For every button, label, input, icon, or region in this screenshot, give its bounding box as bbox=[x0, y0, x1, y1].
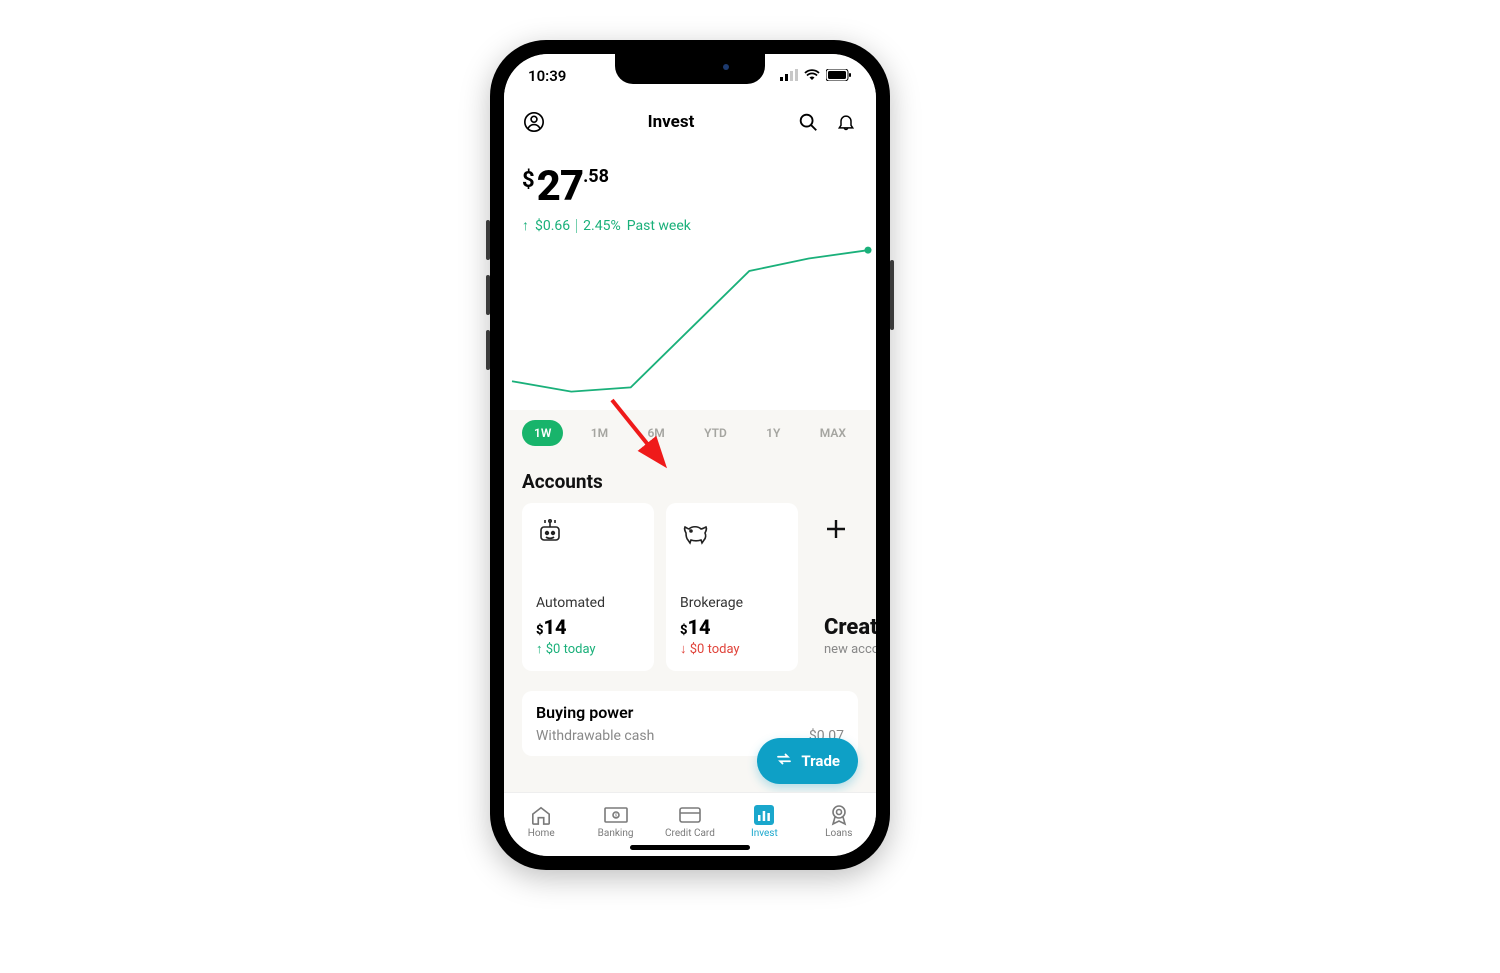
balance-cents: .58 bbox=[583, 166, 609, 187]
tab-loans[interactable]: Loans bbox=[809, 805, 869, 839]
balance-whole: 27 bbox=[537, 162, 583, 211]
account-amount: $14 bbox=[536, 615, 640, 639]
battery-icon bbox=[826, 67, 852, 85]
tab-banking[interactable]: $ Banking bbox=[586, 805, 646, 839]
range-selector: 1W 1M 6M YTD 1Y MAX bbox=[504, 410, 876, 456]
phone-frame: 10:39 Invest bbox=[490, 40, 890, 870]
card-icon bbox=[679, 805, 701, 825]
bull-icon bbox=[680, 517, 784, 545]
account-card-automated[interactable]: Automated $14 ↑ $0 today bbox=[522, 503, 654, 671]
chart-icon bbox=[754, 805, 774, 825]
status-icons bbox=[780, 67, 852, 85]
swap-icon bbox=[775, 750, 793, 772]
app-header: Invest bbox=[504, 98, 876, 146]
balance-change: ↑ $0.66 2.45% Past week bbox=[522, 217, 858, 234]
search-icon[interactable] bbox=[796, 110, 820, 134]
create-subtitle: new acco bbox=[824, 642, 876, 657]
change-period: Past week bbox=[627, 218, 691, 234]
badge-icon bbox=[829, 805, 849, 825]
robot-icon bbox=[536, 517, 640, 545]
create-account-card[interactable]: Creat new acco bbox=[810, 503, 876, 671]
plus-icon bbox=[824, 517, 876, 545]
accounts-row[interactable]: Automated $14 ↑ $0 today Brokerage $14 ↓… bbox=[504, 503, 876, 671]
up-arrow-icon: ↑ bbox=[522, 217, 529, 234]
page-title: Invest bbox=[648, 112, 695, 132]
wifi-icon bbox=[804, 67, 820, 85]
content-area: $ 27 .58 ↑ $0.66 2.45% Past week 1W 1M bbox=[504, 146, 876, 792]
change-percent: 2.45% bbox=[583, 218, 621, 234]
account-card-brokerage[interactable]: Brokerage $14 ↓ $0 today bbox=[666, 503, 798, 671]
tab-label: Loans bbox=[825, 828, 852, 839]
range-6m[interactable]: 6M bbox=[635, 420, 676, 446]
account-delta: ↑ $0 today bbox=[536, 641, 640, 657]
cellular-icon bbox=[780, 67, 798, 85]
withdrawable-label: Withdrawable cash bbox=[536, 728, 654, 744]
tab-invest[interactable]: Invest bbox=[734, 805, 794, 839]
home-indicator[interactable] bbox=[630, 845, 750, 850]
buying-power-title: Buying power bbox=[536, 703, 844, 722]
range-1w[interactable]: 1W bbox=[522, 420, 563, 446]
divider bbox=[576, 219, 577, 233]
svg-text:$: $ bbox=[614, 812, 617, 819]
status-time: 10:39 bbox=[528, 67, 566, 85]
tab-home[interactable]: Home bbox=[511, 805, 571, 839]
tab-label: Home bbox=[528, 828, 555, 839]
create-title: Creat bbox=[824, 615, 876, 640]
trade-button[interactable]: Trade bbox=[757, 738, 858, 784]
account-amount: $14 bbox=[680, 615, 784, 639]
tab-credit-card[interactable]: Credit Card bbox=[660, 805, 720, 839]
range-ytd[interactable]: YTD bbox=[692, 420, 739, 446]
tab-label: Credit Card bbox=[665, 828, 715, 839]
bell-icon[interactable] bbox=[834, 110, 858, 134]
account-name: Brokerage bbox=[680, 595, 784, 611]
tab-label: Invest bbox=[751, 828, 778, 839]
profile-icon[interactable] bbox=[522, 110, 546, 134]
range-max[interactable]: MAX bbox=[808, 420, 858, 446]
account-delta: ↓ $0 today bbox=[680, 641, 784, 657]
screen: 10:39 Invest bbox=[504, 54, 876, 856]
accounts-heading: Accounts bbox=[504, 456, 876, 503]
range-1y[interactable]: 1Y bbox=[754, 420, 792, 446]
currency-symbol: $ bbox=[522, 168, 535, 193]
account-name: Automated bbox=[536, 595, 640, 611]
home-icon bbox=[530, 805, 552, 825]
balance-amount: $ 27 .58 bbox=[522, 162, 858, 211]
tab-label: Banking bbox=[598, 828, 634, 839]
cash-icon: $ bbox=[604, 805, 628, 825]
range-1m[interactable]: 1M bbox=[579, 420, 620, 446]
balance-section: $ 27 .58 ↑ $0.66 2.45% Past week bbox=[504, 146, 876, 238]
portfolio-chart[interactable] bbox=[504, 238, 876, 410]
change-amount: $0.66 bbox=[535, 218, 570, 234]
trade-label: Trade bbox=[801, 752, 840, 770]
notch bbox=[615, 54, 765, 84]
